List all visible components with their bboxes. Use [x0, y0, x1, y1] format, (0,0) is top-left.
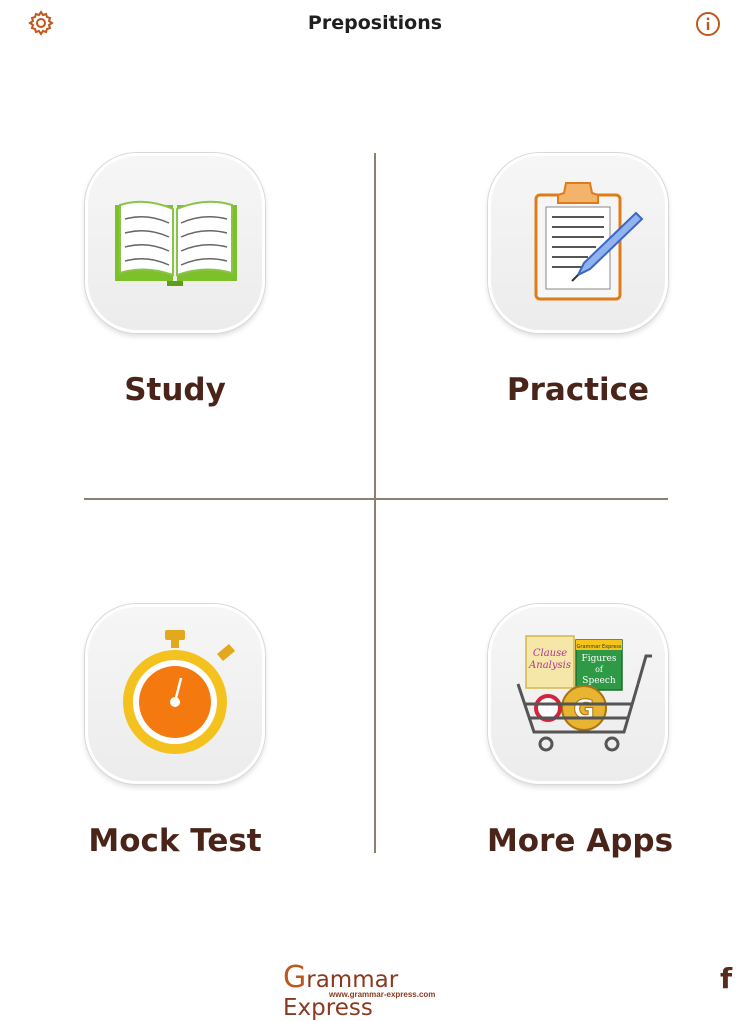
study-button[interactable]	[85, 153, 265, 333]
stopwatch-icon	[123, 630, 235, 754]
clipboard-pen-icon	[534, 182, 644, 301]
practice-button[interactable]	[488, 153, 668, 333]
open-book-icon	[115, 200, 237, 286]
horizontal-divider	[84, 498, 668, 500]
mock-test-label[interactable]: Mock Test	[60, 823, 290, 859]
vertical-divider	[374, 153, 376, 853]
website-url: www.grammar-express.com	[329, 990, 436, 999]
app2-line3-text: Speech	[582, 676, 616, 686]
practice-label[interactable]: Practice	[488, 372, 668, 408]
grammar-express-logo[interactable]: Grammar Express www.grammar-express.com	[283, 960, 443, 1021]
app3-letter-text: G	[573, 695, 594, 725]
page-title: Prepositions	[307, 12, 443, 34]
facebook-icon[interactable]: f	[720, 962, 732, 995]
top-bar: Prepositions	[0, 0, 750, 50]
info-icon[interactable]	[695, 11, 721, 37]
brand-initial: G	[283, 960, 307, 995]
study-label[interactable]: Study	[85, 372, 265, 408]
mock-test-button[interactable]	[85, 604, 265, 784]
app2-brand-text: Grammar Express	[577, 644, 622, 650]
shopping-cart-apps-icon: Clause Analysis Grammar Express Figures …	[516, 635, 652, 752]
app1-line2-text: Analysis	[528, 660, 571, 671]
more-apps-label[interactable]: More Apps	[465, 823, 695, 859]
app1-line1-text: Clause	[533, 648, 567, 659]
more-apps-button[interactable]: Clause Analysis Grammar Express Figures …	[488, 604, 668, 784]
app2-line2-text: of	[595, 665, 604, 674]
app2-line1-text: Figures	[582, 654, 617, 664]
